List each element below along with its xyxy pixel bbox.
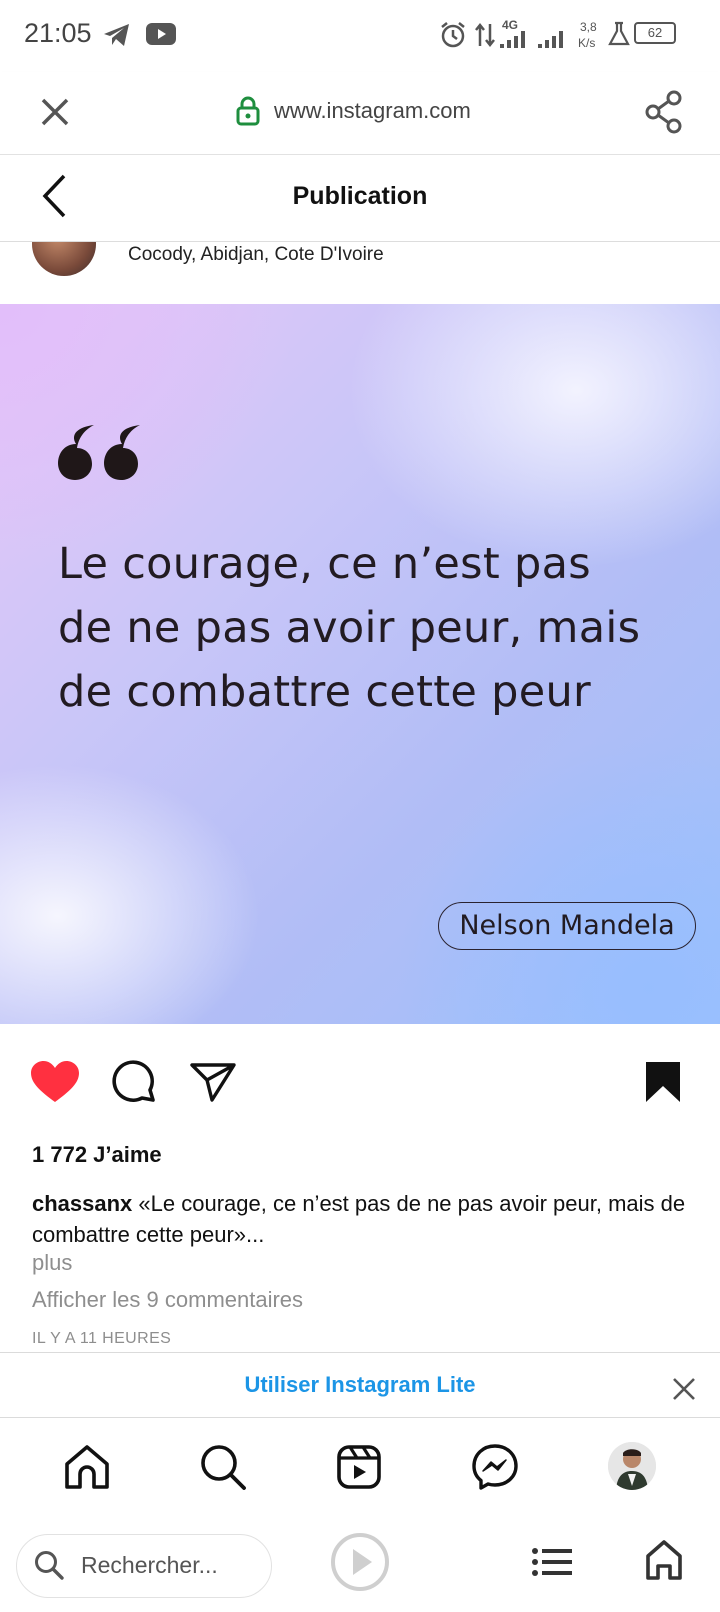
browser-bar: www.instagram.com [0,72,720,155]
profile-avatar[interactable] [608,1442,656,1490]
send-icon[interactable] [190,1062,236,1109]
caption-username[interactable]: chassanx [32,1191,132,1216]
likes-count[interactable]: 1 772 J’aime [32,1142,162,1168]
page-header: Publication [0,155,720,242]
play-icon[interactable] [330,1532,390,1597]
home-icon[interactable] [64,1444,110,1495]
post-author-row: Cocody, Abidjan, Cote D'Ivoire [0,242,720,304]
browser-bottom-bar: Rechercher... [0,1514,720,1612]
signal-icon [500,30,530,53]
comment-icon[interactable] [110,1060,158,1113]
status-bar: 21:05 4G 3,8 K/s 62 [0,0,720,72]
bookmark-icon[interactable] [644,1060,682,1109]
quote-text: Le courage, ce n’est pas de ne pas avoir… [58,539,641,717]
browser-search-field[interactable]: Rechercher... [16,1534,272,1598]
youtube-icon [146,22,176,51]
net-speed-unit: K/s [578,36,596,50]
telegram-icon [102,22,132,53]
instagram-bottom-nav [0,1418,720,1515]
messenger-icon[interactable] [472,1444,518,1495]
author-avatar[interactable] [32,242,96,276]
search-icon[interactable] [200,1444,246,1495]
instagram-lite-banner: Utiliser Instagram Lite [0,1352,720,1418]
like-heart-icon[interactable] [30,1060,80,1109]
page-title: Publication [292,182,428,210]
data-arrows-icon [474,22,496,53]
status-time: 21:05 [24,18,92,48]
view-comments-link[interactable]: Afficher les 9 commentaires [32,1287,303,1313]
share-icon[interactable] [644,90,684,139]
url-field[interactable]: www.instagram.com [0,72,720,154]
reels-icon[interactable] [336,1444,382,1495]
quote-author-pill: Nelson Mandela [438,902,696,950]
search-icon [33,1549,65,1586]
use-instagram-lite-link[interactable]: Utiliser Instagram Lite [0,1372,720,1398]
lock-icon [236,96,260,131]
url-text: www.instagram.com [274,98,471,123]
flask-icon [608,20,630,53]
quote-mark-icon [56,422,140,487]
post-location[interactable]: Cocody, Abidjan, Cote D'Ivoire [128,244,384,266]
post-image[interactable]: Le courage, ce n’est pas de ne pas avoir… [0,304,720,1024]
close-icon[interactable] [672,1377,696,1406]
net-speed-value: 3,8 [580,20,597,34]
browser-search-placeholder: Rechercher... [81,1552,218,1578]
home-icon[interactable] [646,1540,682,1585]
list-icon[interactable] [532,1548,572,1581]
battery-level: 62 [647,25,663,40]
post-timestamp: IL Y A 11 HEURES [32,1330,172,1347]
battery-icon: 62 [634,22,676,44]
signal-icon [538,30,568,53]
post-caption: chassanx «Le courage, ce n’est pas de ne… [32,1188,692,1250]
caption-more-link[interactable]: plus [32,1250,72,1276]
alarm-icon [438,20,468,55]
